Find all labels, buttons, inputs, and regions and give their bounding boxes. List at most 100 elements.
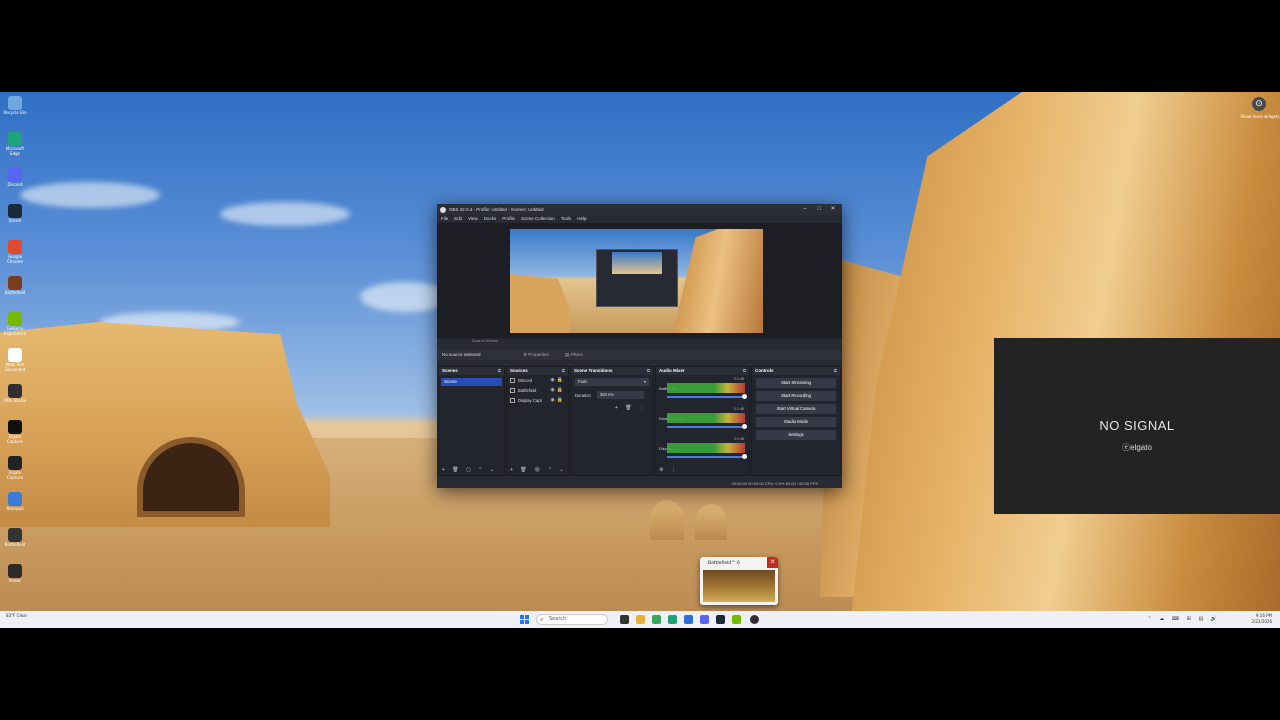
visibility-lock-icons[interactable]: ◉🔒 (550, 397, 565, 403)
source-item[interactable]: Battlefield ◉🔒 (507, 385, 568, 395)
desktop-icon[interactable]: Battlefield (2, 528, 28, 558)
visibility-lock-icons[interactable]: ◉🔒 (550, 387, 565, 393)
dome (695, 504, 727, 540)
obs-titlebar[interactable]: OBS 32.0.4 - Profile: Untitled - Scenes:… (437, 204, 842, 215)
menu-item-scene-collection[interactable]: Scene Collection (521, 215, 555, 223)
file-explorer-icon[interactable] (636, 615, 645, 624)
desktop-icon-label: Power (8, 578, 22, 583)
maximize-icon[interactable]: □ (812, 204, 826, 215)
desktop-icon[interactable]: New Text Document (2, 348, 28, 378)
obs-icon[interactable] (750, 615, 759, 624)
visibility-lock-icons[interactable]: ◉🔒 (550, 377, 565, 383)
settings-button[interactable]: Settings (756, 430, 836, 440)
menu-item-docks[interactable]: Docks (484, 215, 497, 223)
widgets-label: Show more widgets (1240, 114, 1280, 119)
clock[interactable]: 9:16 PM 2/23/2026 (1251, 613, 1272, 625)
menu-item-help[interactable]: Help (577, 215, 586, 223)
duration-label: Duration (575, 392, 591, 398)
desktop-icon[interactable]: Elgato Capture (2, 420, 28, 450)
dock-float-icon[interactable]: ⧉ (498, 367, 501, 375)
start-icon[interactable] (520, 615, 529, 624)
studio-mode-button[interactable]: Studio Mode (756, 417, 836, 427)
discord-icon[interactable] (700, 615, 709, 624)
search-box[interactable]: ⌕ Search (536, 614, 608, 625)
transition-select[interactable]: Fade ▾ (575, 378, 649, 386)
document-icon (8, 348, 22, 362)
elgato-logo-icon: ⓔ (1122, 443, 1131, 452)
start-streaming-button[interactable]: Start Streaming (756, 378, 836, 388)
nvidia-icon (8, 312, 22, 326)
desktop-icon-label: Microsoft Edge (5, 146, 25, 156)
dock-float-icon[interactable]: ⧉ (562, 367, 565, 375)
source-type-icon (510, 397, 515, 403)
system-tray[interactable]: ⌃ ☁ ⌨ ⊞ ▤ 🔊 (1148, 616, 1221, 622)
transition-toolbar[interactable]: + 🗑 ⋮ (615, 405, 647, 411)
task-view-icon[interactable] (620, 615, 629, 624)
discord-icon (8, 168, 22, 182)
desktop-icon[interactable]: Discord (2, 168, 28, 198)
desktop-icon[interactable]: Power (2, 564, 28, 594)
desktop-icon[interactable]: Steam (2, 204, 28, 234)
start-recording-button[interactable]: Start Recording (756, 391, 836, 401)
desktop-icon[interactable]: Recycle Bin (2, 96, 28, 126)
steam-icon[interactable] (716, 615, 725, 624)
game-icon[interactable] (732, 615, 741, 624)
mail-icon[interactable] (684, 615, 693, 624)
widgets-icon[interactable]: ⊙ (1252, 97, 1266, 111)
start-virtual-camera-button[interactable]: Start Virtual Camera (756, 404, 836, 414)
desktop-icon[interactable]: Google Chrome (2, 240, 28, 270)
duration-input[interactable]: 300 ms (596, 391, 644, 399)
scene-item[interactable]: Scene (441, 378, 502, 386)
source-item[interactable]: Discord ◉🔒 (507, 375, 568, 385)
edge-icon[interactable] (668, 615, 677, 624)
volume-meter (667, 413, 745, 423)
sources-toolbar[interactable]: + 🗑 ⚙ ⌃ ⌄ (510, 467, 567, 473)
menu-item-tools[interactable]: Tools (561, 215, 572, 223)
desktop-icon[interactable]: OBS Studio (2, 384, 28, 414)
desktop-icon[interactable]: Microsoft Edge (2, 132, 28, 162)
obs-title: OBS 32.0.4 - Profile: Untitled - Scenes:… (449, 207, 544, 212)
menu-item-profile[interactable]: Profile (502, 215, 515, 223)
volume-slider[interactable] (667, 394, 747, 399)
store-icon[interactable] (652, 615, 661, 624)
steam-icon (8, 204, 22, 218)
mixer-title: Audio Mixer (659, 368, 685, 373)
menu-item-file[interactable]: File (441, 215, 448, 223)
dock-float-icon[interactable]: ⧉ (647, 367, 650, 375)
desktop-icon[interactable]: Notepad (2, 492, 28, 522)
properties-button[interactable]: ⚙ Properties (523, 350, 549, 360)
obs-window[interactable]: OBS 32.0.4 - Profile: Untitled - Scenes:… (437, 204, 842, 488)
filters-button[interactable]: ▤ Filters (565, 350, 583, 360)
source-item[interactable]: Display Capt ◉🔒 (507, 395, 568, 405)
volume-slider[interactable] (667, 424, 747, 429)
taskbar-thumbnail-preview[interactable]: Battlefield™ 6 ✕ (700, 557, 778, 605)
obs-icon (8, 384, 22, 398)
thumbnail-image (703, 570, 775, 602)
controls-dock: Controls ⧉ Start Streaming Start Recordin… (751, 366, 841, 476)
dock-float-icon[interactable]: ⧉ (834, 367, 837, 375)
menu-item-view[interactable]: View (468, 215, 478, 223)
dock-float-icon[interactable]: ⧉ (743, 367, 746, 375)
elgato-label: elgato (1130, 443, 1152, 452)
desktop-icon-label: Notepad (6, 506, 24, 511)
preview-house (510, 274, 570, 333)
minimize-icon[interactable]: – (798, 204, 812, 215)
obs-preview[interactable] (437, 223, 842, 338)
game-icon (8, 528, 22, 542)
menu-item-edit[interactable]: Edit (454, 215, 462, 223)
desktop-icon[interactable]: Battlefield (2, 276, 28, 306)
obs-status-bar: 00:00:00 00:00:00 CPU: 0.9% 60.00 / 60.0… (731, 481, 818, 486)
desktop-icon[interactable]: GeForce Experience (2, 312, 28, 342)
close-icon[interactable]: ✕ (767, 557, 778, 568)
source-toolbar: No source selected ⚙ Properties ▤ Filter… (437, 350, 842, 360)
close-icon[interactable]: ✕ (826, 204, 840, 215)
sources-dock: Sources ⧉ Discord ◉🔒 Battlefield ◉🔒 Display… (506, 366, 569, 476)
scenes-toolbar[interactable]: + 🗑 ▢ ⌃ ⌄ (442, 467, 497, 473)
weather-widget[interactable]: 83°F Clear (6, 613, 27, 618)
transitions-title: Scene Transitions (574, 368, 613, 373)
desktop-icon[interactable]: Elgato Capture (2, 456, 28, 486)
edge-icon (8, 132, 22, 146)
preview-scale[interactable]: Scale to Window (472, 339, 498, 343)
mixer-toolbar[interactable]: ⚙ ⋮ (659, 467, 679, 473)
volume-slider[interactable] (667, 454, 747, 459)
